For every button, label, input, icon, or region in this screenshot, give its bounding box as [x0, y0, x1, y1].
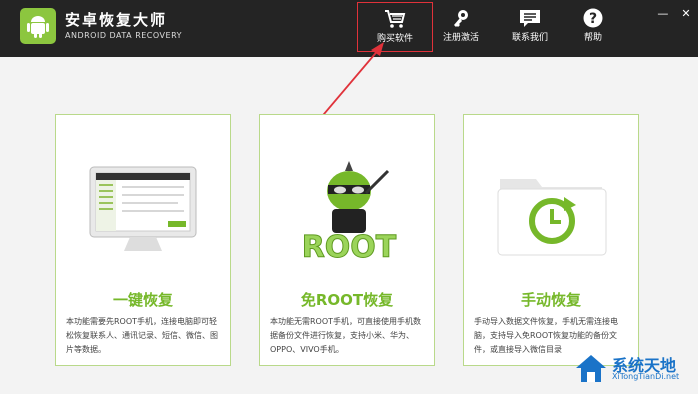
- android-ninja-illustration: ROOT: [301, 161, 397, 265]
- manual-recovery-card[interactable]: 手动恢复 手动导入数据文件恢复，手机无需连接电脑，支持导入免ROOT恢复功能的备…: [463, 114, 639, 366]
- site-watermark: 系统天地 XiTongTianDi.net: [574, 350, 696, 390]
- one-click-recovery-card[interactable]: 一键恢复 本功能需要先ROOT手机，连接电脑即可轻松恢复联系人、通讯记录、短信、…: [55, 114, 231, 366]
- card-title: 一键恢复: [112, 291, 173, 309]
- card-title: 免ROOT恢复: [300, 291, 394, 309]
- root-art-text: ROOT: [302, 230, 397, 265]
- card-description: 本功能无需ROOT手机，可直接使用手机数据备份文件进行恢复，支持小米、华为、OP…: [270, 317, 422, 354]
- restore-folder-illustration: [497, 179, 607, 256]
- house-logo-icon: [576, 355, 606, 382]
- no-root-recovery-card[interactable]: ROOT 免ROOT恢复 本功能无需ROOT手机，可直接使用手机数据备份文件进行…: [259, 114, 435, 366]
- watermark-url: XiTongTianDi.net: [612, 372, 680, 381]
- card-title: 手动恢复: [520, 291, 581, 309]
- card-description: 本功能需要先ROOT手机，连接电脑即可轻松恢复联系人、通讯记录、短信、微信、图片…: [66, 317, 218, 354]
- monitor-illustration: [89, 166, 197, 251]
